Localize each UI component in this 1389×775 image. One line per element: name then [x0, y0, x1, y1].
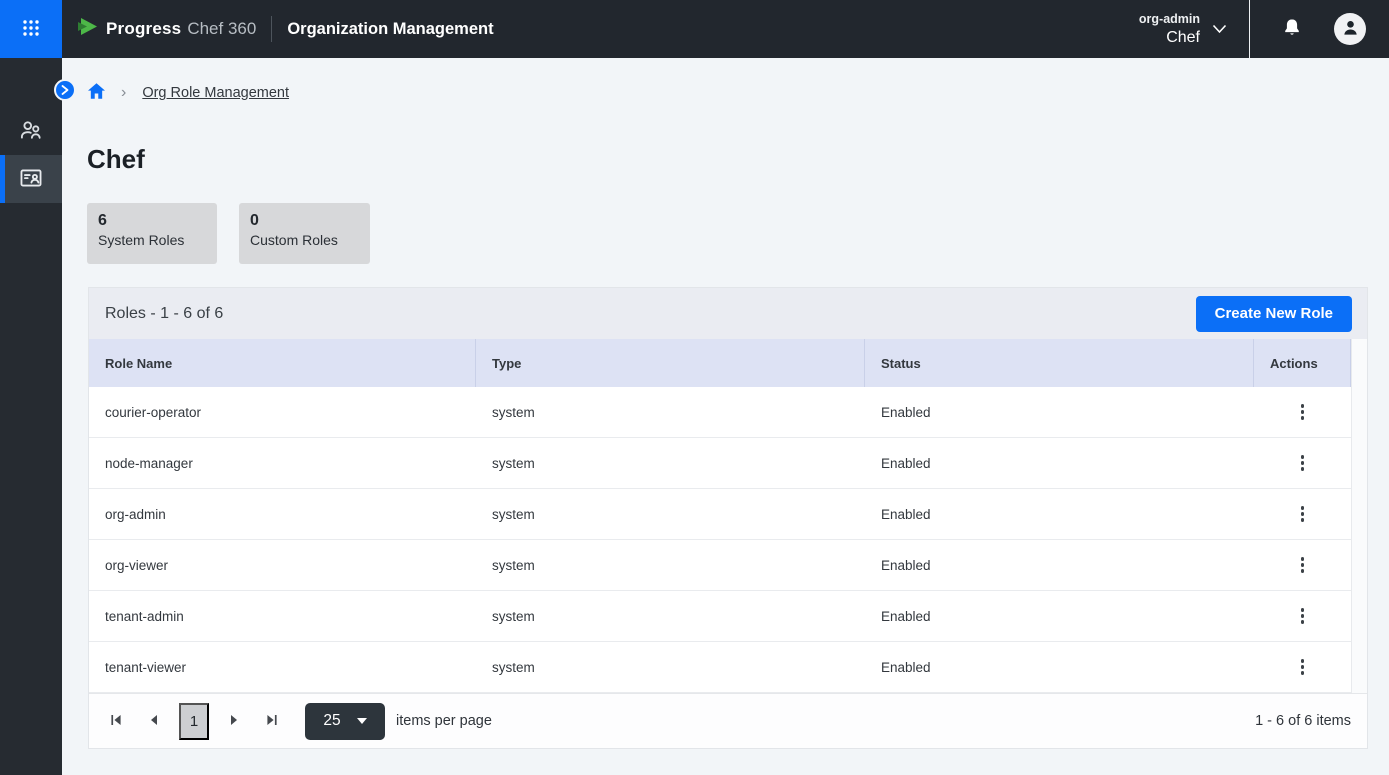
role-status-cell: Enabled — [865, 387, 1254, 437]
row-actions-kebab-icon[interactable] — [1289, 602, 1317, 630]
sidebar-item-roles[interactable] — [0, 155, 62, 203]
org-switcher-org: Chef — [1166, 29, 1200, 47]
id-badge-icon — [18, 165, 44, 194]
custom-roles-card: 0 Custom Roles — [239, 203, 370, 264]
items-range-label: 1 - 6 of 6 items — [1255, 713, 1351, 729]
previous-page-button[interactable] — [135, 703, 173, 739]
page-size-select[interactable]: 25 — [305, 703, 385, 740]
progress-chef-logo-icon — [77, 17, 100, 41]
user-icon — [1341, 18, 1360, 40]
first-page-button[interactable] — [97, 703, 135, 739]
chevron-down-icon — [1212, 22, 1227, 37]
users-icon — [18, 117, 44, 146]
row-actions-kebab-icon[interactable] — [1289, 398, 1317, 426]
current-page-button[interactable]: 1 — [179, 703, 209, 740]
org-switcher[interactable]: org-admin Chef — [1139, 12, 1227, 47]
table-body: courier-operator system Enabled node-man… — [89, 387, 1367, 693]
top-bar: Progress Chef 360 Organization Managemen… — [0, 0, 1389, 58]
caret-down-icon — [357, 718, 367, 724]
role-name-cell: org-viewer — [89, 540, 476, 590]
pagination-bar: 1 25 items per page 1 - 6 of 6 items — [89, 693, 1367, 748]
create-new-role-button[interactable]: Create New Role — [1196, 296, 1352, 332]
role-status-cell: Enabled — [865, 642, 1254, 692]
role-type-cell: system — [476, 489, 865, 539]
active-indicator — [0, 155, 5, 203]
system-roles-label: System Roles — [98, 232, 206, 248]
page-title: Chef — [87, 144, 145, 175]
roles-panel: Roles - 1 - 6 of 6 Create New Role Role … — [88, 287, 1368, 749]
brand-progress: Progress — [106, 19, 181, 39]
system-roles-card: 6 System Roles — [87, 203, 217, 264]
row-actions-kebab-icon[interactable] — [1289, 653, 1317, 681]
notifications-button[interactable] — [1280, 16, 1304, 43]
column-header-status[interactable]: Status — [865, 339, 1254, 387]
role-status-cell: Enabled — [865, 591, 1254, 641]
app-launcher-button[interactable] — [0, 0, 62, 58]
brand-logo: Progress Chef 360 — [77, 17, 256, 41]
role-type-cell: system — [476, 642, 865, 692]
role-status-cell: Enabled — [865, 438, 1254, 488]
page-size-value: 25 — [323, 712, 340, 730]
role-name-cell: node-manager — [89, 438, 476, 488]
row-actions-kebab-icon[interactable] — [1289, 500, 1317, 528]
avatar[interactable] — [1334, 13, 1366, 45]
next-page-icon — [228, 714, 240, 729]
last-page-icon — [266, 714, 278, 729]
table-row[interactable]: tenant-viewer system Enabled — [89, 642, 1351, 693]
role-type-cell: system — [476, 591, 865, 641]
role-name-cell: courier-operator — [89, 387, 476, 437]
system-roles-count: 6 — [98, 212, 206, 230]
role-name-cell: org-admin — [89, 489, 476, 539]
table-row[interactable]: org-viewer system Enabled — [89, 540, 1351, 591]
brand-product: Chef 360 — [187, 19, 256, 39]
row-actions-kebab-icon[interactable] — [1289, 551, 1317, 579]
waffle-icon — [21, 18, 41, 41]
last-page-button[interactable] — [253, 703, 291, 739]
role-type-cell: system — [476, 387, 865, 437]
sidebar-item-users[interactable] — [0, 107, 62, 155]
role-name-cell: tenant-admin — [89, 591, 476, 641]
role-type-cell: system — [476, 438, 865, 488]
column-header-actions: Actions — [1254, 339, 1351, 387]
table-header-row: Role Name Type Status Actions — [89, 339, 1351, 387]
roles-table: Role Name Type Status Actions courier-op… — [89, 339, 1367, 693]
bell-icon — [1280, 16, 1304, 43]
breadcrumb-separator: › — [121, 84, 126, 102]
role-type-cell: system — [476, 540, 865, 590]
role-status-cell: Enabled — [865, 489, 1254, 539]
table-row[interactable]: courier-operator system Enabled — [89, 387, 1351, 438]
next-page-button[interactable] — [215, 703, 253, 739]
column-header-type[interactable]: Type — [476, 339, 865, 387]
chevron-right-icon — [61, 83, 69, 98]
roles-panel-header: Roles - 1 - 6 of 6 Create New Role — [89, 288, 1367, 339]
topbar-divider — [1249, 0, 1250, 58]
first-page-icon — [110, 714, 122, 729]
table-row[interactable]: org-admin system Enabled — [89, 489, 1351, 540]
custom-roles-count: 0 — [250, 212, 359, 230]
table-row[interactable]: node-manager system Enabled — [89, 438, 1351, 489]
home-icon — [88, 83, 105, 104]
app-title: Organization Management — [287, 20, 493, 39]
sidebar — [0, 58, 62, 775]
breadcrumb: › Org Role Management — [88, 81, 289, 105]
topbar-divider — [271, 16, 272, 42]
org-switcher-role: org-admin — [1139, 12, 1200, 26]
column-header-role-name[interactable]: Role Name — [89, 339, 476, 387]
sidebar-expand-button[interactable] — [54, 79, 76, 101]
breadcrumb-current-link[interactable]: Org Role Management — [142, 85, 289, 101]
home-breadcrumb-link[interactable] — [88, 83, 105, 104]
role-status-cell: Enabled — [865, 540, 1254, 590]
previous-page-icon — [148, 714, 160, 729]
table-scrollbar[interactable] — [1351, 339, 1367, 693]
row-actions-kebab-icon[interactable] — [1289, 449, 1317, 477]
custom-roles-label: Custom Roles — [250, 232, 359, 248]
table-row[interactable]: tenant-admin system Enabled — [89, 591, 1351, 642]
role-name-cell: tenant-viewer — [89, 642, 476, 692]
roles-panel-title: Roles - 1 - 6 of 6 — [105, 305, 223, 323]
items-per-page-label: items per page — [396, 713, 492, 729]
stat-cards: 6 System Roles 0 Custom Roles — [87, 203, 370, 264]
